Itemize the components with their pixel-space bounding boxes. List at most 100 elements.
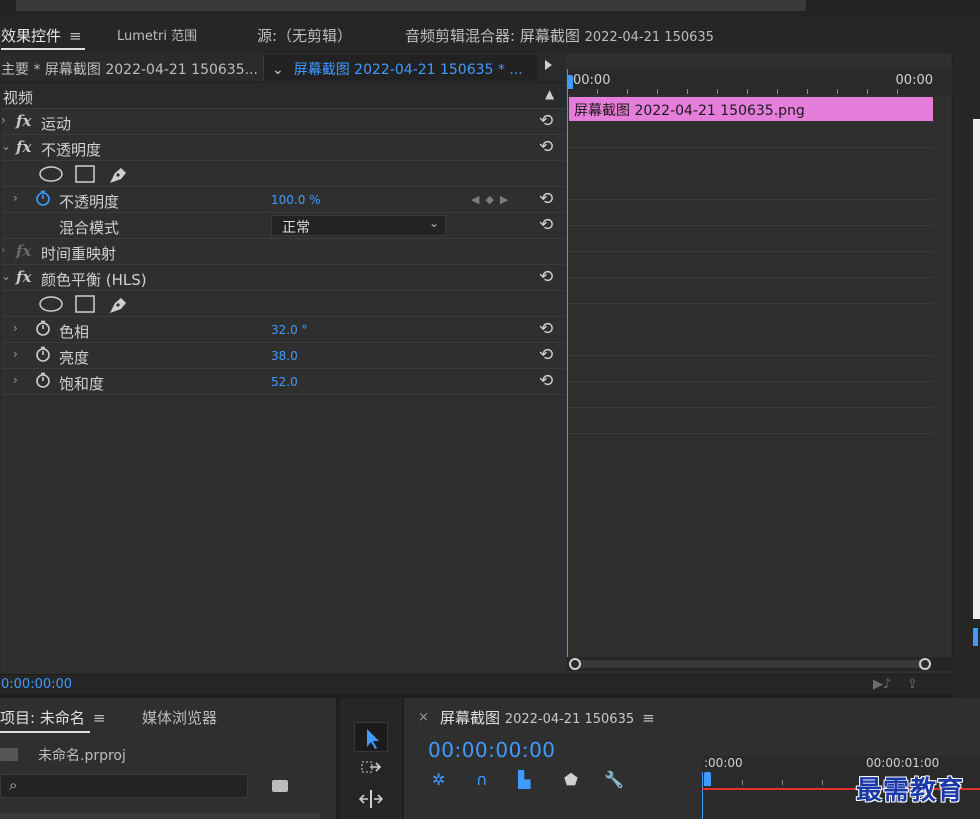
play-audio-icon[interactable]: ▶♪ (873, 677, 891, 692)
add-marker-icon[interactable]: ⬟ (564, 770, 578, 789)
footer-timecode[interactable]: 0:00:00:00 (1, 677, 72, 692)
stopwatch-icon[interactable] (35, 190, 51, 206)
hue-value[interactable]: 32.0 ° (271, 323, 308, 337)
tab-media-browser[interactable]: 媒体浏览器 (142, 707, 217, 728)
tab-effect-controls[interactable]: 效果控件 ≡ (1, 25, 82, 46)
effect-controls-panel: 效果控件 ≡ Lumetri 范围 源:（无剪辑） 音频剪辑混合器: 屏幕截图 2… (0, 16, 953, 694)
expand-chevron-icon[interactable]: ⌄ (1, 139, 11, 153)
sequence-timecode[interactable]: 00:00:00:00 (428, 738, 556, 762)
stopwatch-icon[interactable] (35, 346, 51, 362)
snap-magnet-icon[interactable]: ∩ (476, 770, 488, 789)
project-list-strip (0, 813, 320, 819)
wrench-icon[interactable]: 🔧 (604, 770, 624, 789)
blend-mode-select[interactable]: 正常 ⌄ (271, 215, 446, 236)
fx-icon[interactable]: fx (16, 268, 31, 286)
reset-icon[interactable]: ⟲ (539, 189, 553, 209)
row-divider (567, 355, 933, 356)
saturation-value[interactable]: 52.0 (271, 375, 298, 389)
reset-icon[interactable]: ⟲ (539, 111, 553, 131)
param-opacity: › 不透明度 100.0 % ◀◆▶ ⟲ (1, 187, 565, 213)
scrollbar-right-handle[interactable] (919, 658, 931, 670)
ripple-edit-tool[interactable] (354, 786, 388, 816)
tab-sequence[interactable]: 屏幕截图 2022-04-21 150635 ≡ (440, 707, 655, 728)
row-divider (567, 225, 933, 226)
clip-selector-value: 屏幕截图 2022-04-21 150635 * ... (293, 62, 523, 78)
right-panel-marker (973, 628, 978, 646)
scrollbar-track[interactable] (571, 660, 927, 668)
expand-chevron-icon[interactable]: › (1, 243, 6, 257)
panel-menu-icon[interactable]: ≡ (93, 709, 106, 727)
rectangle-mask-icon[interactable] (75, 165, 95, 183)
param-saturation: › 饱和度 52.0 ⟲ (1, 369, 565, 395)
close-icon[interactable]: × (418, 710, 429, 725)
clip-selector[interactable]: ⌄ 屏幕截图 2022-04-21 150635 * ... (263, 55, 537, 81)
ellipse-mask-icon[interactable] (39, 165, 63, 183)
tab-project[interactable]: 项目: 未命名 ≡ (0, 707, 106, 733)
export-icon[interactable]: ⇪ (907, 677, 918, 692)
stopwatch-icon[interactable] (35, 320, 51, 336)
collapse-up-icon[interactable]: ▲ (545, 87, 554, 101)
expand-chevron-icon[interactable]: › (13, 347, 18, 361)
param-lightness: › 亮度 38.0 ⟲ (1, 343, 565, 369)
project-file-name[interactable]: 未命名.prproj (38, 745, 126, 765)
scrollbar-left-handle[interactable] (569, 658, 581, 670)
reset-icon[interactable]: ⟲ (539, 345, 553, 365)
linked-selection-icon[interactable]: ▙ (518, 770, 530, 789)
pen-mask-icon[interactable] (107, 165, 129, 185)
expand-chevron-icon[interactable]: › (1, 113, 6, 127)
expand-chevron-icon[interactable]: ⌄ (1, 269, 11, 283)
mask-tools-row (1, 161, 565, 187)
effect-time-remap[interactable]: › fx 时间重映射 (1, 239, 565, 265)
nest-icon[interactable]: ✲ (432, 770, 445, 789)
reset-icon[interactable]: ⟲ (539, 137, 553, 157)
effect-color-balance[interactable]: ⌄ fx 颜色平衡 (HLS) ⟲ (1, 265, 565, 291)
section-video[interactable]: 视频 ▲ (1, 83, 565, 109)
timeline-clip[interactable]: 屏幕截图 2022-04-21 150635.png (569, 97, 933, 121)
tab-audio-mixer-suffix: 2022-04-21 150635 (584, 30, 714, 45)
effect-opacity[interactable]: ⌄ fx 不透明度 ⟲ (1, 135, 565, 161)
new-bin-icon[interactable] (272, 780, 288, 792)
watermark-logo: 最需教育 (856, 776, 965, 806)
effect-timeline[interactable]: 00:00 00:00 屏幕截图 2022-04-21 150635.png (567, 69, 953, 657)
reset-icon[interactable]: ⟲ (539, 319, 553, 339)
track-select-tool[interactable] (354, 756, 388, 786)
panel-menu-icon[interactable]: ≡ (69, 27, 82, 45)
row-divider (567, 433, 933, 434)
seq-playhead-handle[interactable] (704, 772, 711, 786)
expand-chevron-icon[interactable]: › (13, 373, 18, 387)
keyframe-nav-icon[interactable]: ◀◆▶ (471, 193, 514, 206)
tab-lumetri[interactable]: Lumetri 范围 (117, 25, 197, 44)
tab-source[interactable]: 源:（无剪辑） (257, 25, 352, 46)
play-triangle-icon[interactable] (545, 60, 552, 70)
param-hue: › 色相 32.0 ° ⟲ (1, 317, 565, 343)
reset-icon[interactable]: ⟲ (539, 215, 553, 235)
lightness-value[interactable]: 38.0 (271, 349, 298, 363)
opacity-value[interactable]: 100.0 % (271, 193, 321, 207)
panel-menu-icon[interactable]: ≡ (642, 709, 655, 727)
expand-chevron-icon[interactable]: › (13, 321, 18, 335)
fx-icon[interactable]: fx (16, 112, 31, 130)
ruler-ticks (567, 89, 933, 95)
reset-icon[interactable]: ⟲ (539, 267, 553, 287)
expand-chevron-icon[interactable]: › (13, 191, 18, 205)
effect-controls-footer: 0:00:00:00 ▶♪ ⇪ (1, 674, 953, 694)
chevron-down-icon: ⌄ (272, 62, 284, 78)
fx-icon[interactable]: fx (16, 138, 31, 156)
effect-motion[interactable]: › fx 运动 ⟲ (1, 109, 565, 135)
track-select-icon (361, 761, 382, 773)
time-ruler[interactable]: 00:00 00:00 (567, 69, 953, 95)
stopwatch-icon[interactable] (35, 372, 51, 388)
selection-tool[interactable] (354, 722, 388, 752)
pen-mask-icon[interactable] (107, 295, 129, 315)
rectangle-mask-icon[interactable] (75, 295, 95, 313)
project-search-input[interactable]: ⌕ (0, 774, 248, 798)
row-divider (567, 251, 933, 252)
row-divider (567, 303, 933, 304)
tab-audio-mixer[interactable]: 音频剪辑混合器: 屏幕截图 2022-04-21 150635 (405, 25, 714, 46)
timeline-zoom-scrollbar[interactable] (567, 657, 953, 671)
master-clip-label[interactable]: 主要 * 屏幕截图 2022-04-21 150635... (1, 59, 258, 79)
reset-icon[interactable]: ⟲ (539, 371, 553, 391)
ripple-edit-icon (358, 790, 384, 808)
tab-audio-mixer-label: 音频剪辑混合器: 屏幕截图 (405, 27, 580, 45)
ellipse-mask-icon[interactable] (39, 295, 63, 313)
